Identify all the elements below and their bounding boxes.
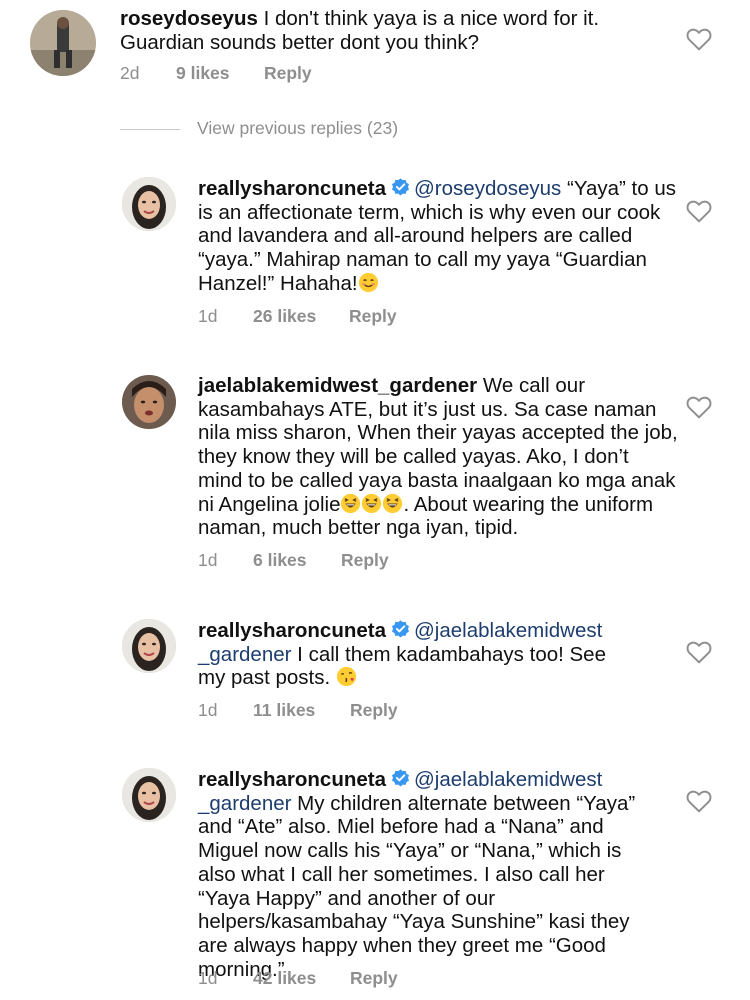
comment-username[interactable]: reallysharoncuneta (198, 619, 386, 642)
avatar[interactable] (122, 619, 176, 673)
verified-badge-icon (392, 620, 409, 638)
comment-username[interactable]: roseydoseyus (120, 7, 258, 30)
kissing-face-emoji-icon (336, 667, 356, 687)
heart-icon[interactable] (686, 199, 712, 223)
smiling-face-emoji-icon (358, 272, 378, 292)
avatar-image (122, 375, 176, 429)
view-replies-label[interactable]: View previous replies (23) (197, 118, 398, 139)
avatar[interactable] (122, 177, 176, 231)
verified-badge-icon (392, 178, 409, 196)
comment-likes[interactable]: 26 likes (253, 306, 316, 327)
avatar-image (122, 177, 176, 231)
comment-text: reallysharoncuneta @jaelablakemidwest _ga… (198, 619, 638, 690)
comment-likes[interactable]: 9 likes (176, 63, 230, 84)
avatar-image (30, 10, 96, 76)
comment-time: 1d (198, 968, 218, 988)
comment-time: 1d (198, 700, 218, 720)
comment-likes[interactable]: 11 likes (253, 700, 315, 721)
comment-username[interactable]: reallysharoncuneta (198, 177, 386, 200)
avatar[interactable] (122, 768, 176, 822)
heart-icon[interactable] (686, 789, 712, 813)
comment-username[interactable]: jaelablakemidwest_gardener (198, 374, 477, 397)
comment-username[interactable]: reallysharoncuneta (198, 768, 386, 791)
reply-button[interactable]: Reply (264, 63, 312, 84)
laughing-emoji-icon (362, 493, 382, 513)
mention-link[interactable]: @roseydoseyus (414, 177, 561, 200)
comment-text: reallysharoncuneta @jaelablakemidwest _ga… (198, 768, 638, 981)
comment-body: My children alternate between “Yaya” and… (198, 791, 636, 981)
divider-line (120, 129, 180, 130)
comment-likes[interactable]: 42 likes (253, 968, 316, 989)
heart-icon[interactable] (686, 27, 712, 51)
avatar-image (122, 768, 176, 822)
comment-likes[interactable]: 6 likes (253, 550, 307, 571)
avatar[interactable] (30, 10, 96, 76)
reply-button[interactable]: Reply (350, 700, 398, 721)
comment-time: 1d (198, 306, 218, 326)
avatar-image (122, 619, 176, 673)
comment-text: reallysharoncuneta @roseydoseyus “Yaya” t… (198, 177, 678, 296)
verified-badge-icon (392, 769, 409, 787)
reply-button[interactable]: Reply (349, 306, 397, 327)
comment-text: jaelablakemidwest_gardener We call our k… (198, 374, 678, 540)
reply-button[interactable]: Reply (350, 968, 398, 989)
comment-time: 2d (120, 63, 140, 83)
laughing-emoji-icon (341, 493, 361, 513)
reply-button[interactable]: Reply (341, 550, 389, 571)
heart-icon[interactable] (686, 395, 712, 419)
comment-text: roseydoseyus I don't think yaya is a nic… (120, 7, 620, 54)
heart-icon[interactable] (686, 640, 712, 664)
comment-time: 1d (198, 550, 218, 570)
laughing-emoji-icon (383, 493, 403, 513)
avatar[interactable] (122, 375, 176, 429)
